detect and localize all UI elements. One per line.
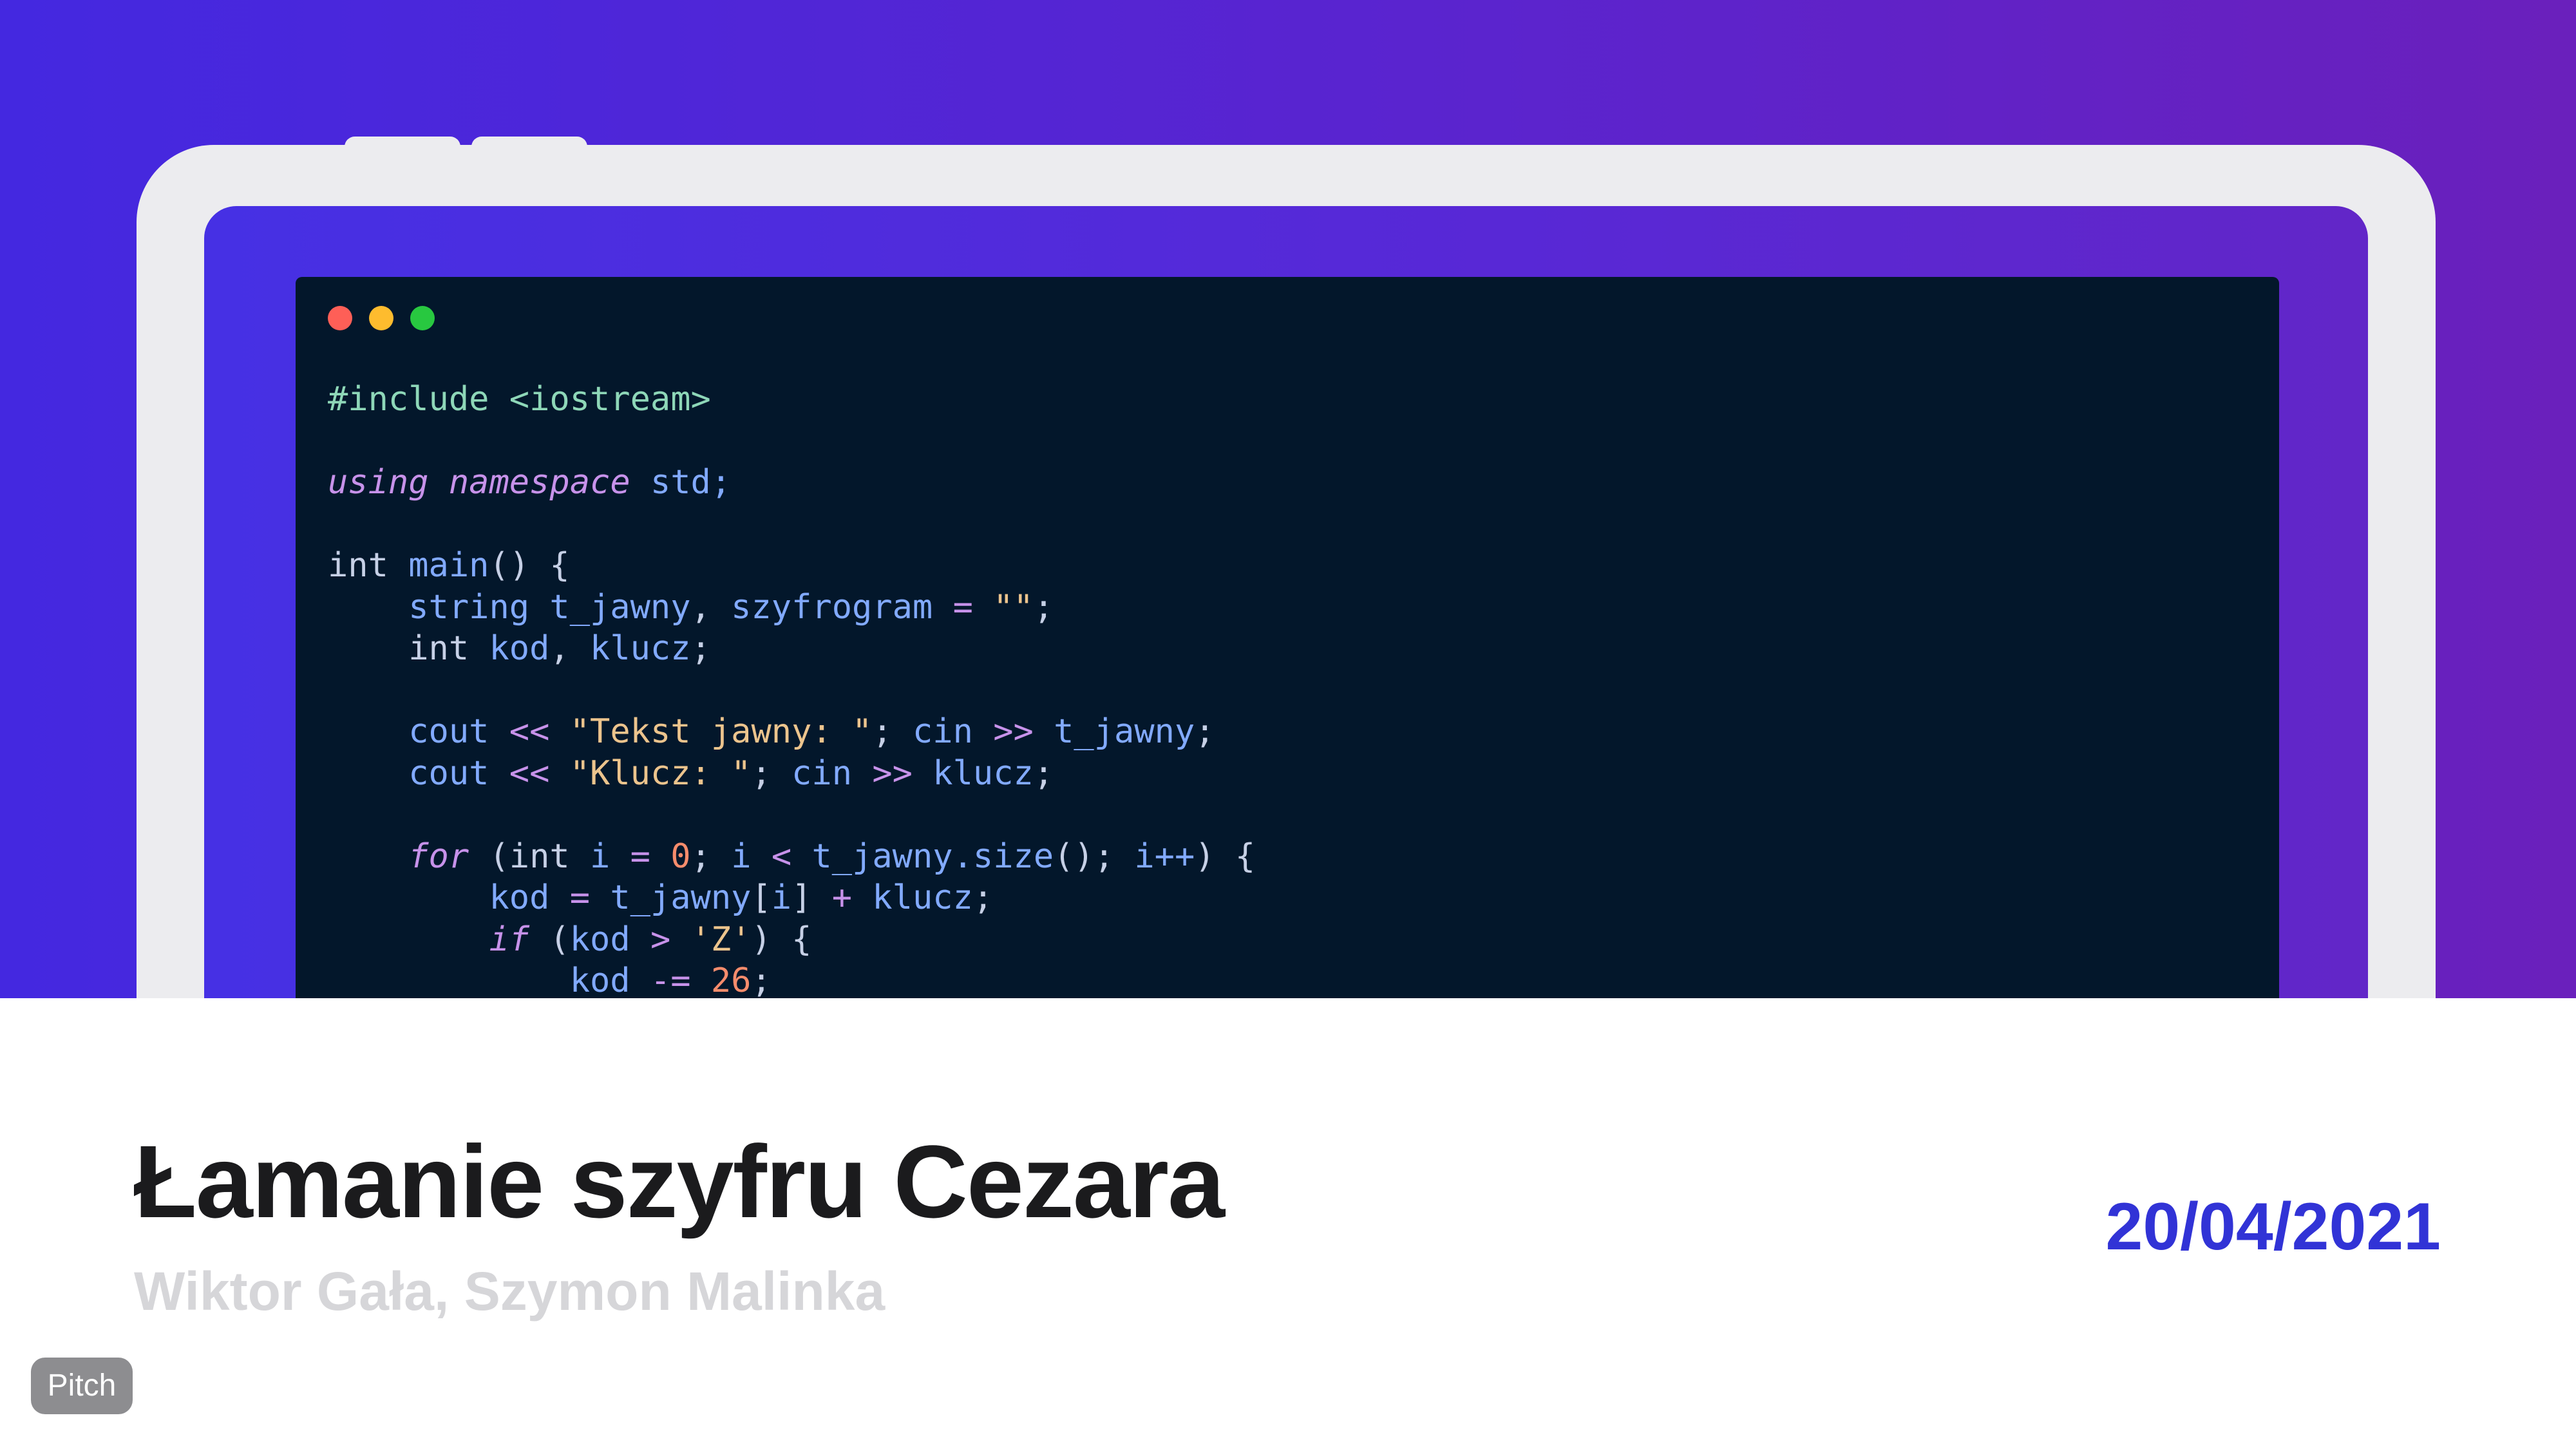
code-token: int bbox=[328, 546, 388, 585]
slide-title: Łamanie szyfru Cezara bbox=[134, 1124, 1225, 1239]
code-token: kod bbox=[489, 629, 550, 668]
code-token: >> bbox=[993, 712, 1034, 751]
code-token: t_jawny bbox=[1054, 712, 1195, 751]
device-frame: #include <iostream> using namespace std; i… bbox=[137, 145, 2436, 998]
code-token: main bbox=[408, 546, 489, 585]
maximize-dot-icon bbox=[410, 306, 435, 330]
code-token: 'Z' bbox=[690, 920, 752, 959]
code-line: kod -= 26; bbox=[328, 960, 1255, 998]
code-token: >> bbox=[872, 753, 913, 793]
code-token: std; bbox=[650, 463, 732, 502]
code-token: cout bbox=[408, 712, 489, 751]
code-token: using bbox=[328, 463, 429, 502]
code-token: t_jawny bbox=[610, 878, 752, 917]
code-token: cout bbox=[408, 753, 489, 793]
code-token: i bbox=[590, 837, 611, 876]
code-token: string bbox=[408, 587, 530, 627]
code-token: t_jawny bbox=[549, 587, 691, 627]
code-token: cin bbox=[791, 753, 853, 793]
code-token: 0 bbox=[670, 837, 691, 876]
code-token: kod bbox=[569, 961, 630, 998]
code-token: klucz bbox=[590, 629, 691, 668]
code-token: () { bbox=[489, 546, 570, 585]
code-token: if bbox=[489, 920, 530, 959]
code-token: << bbox=[509, 712, 550, 751]
minimize-dot-icon bbox=[369, 306, 393, 330]
code-line: int kod, klucz; bbox=[408, 629, 711, 668]
code-token: int bbox=[509, 837, 570, 876]
device-screen: #include <iostream> using namespace std; i… bbox=[204, 206, 2368, 998]
code-line: for (int i = 0; i < t_jawny.size(); i++)… bbox=[408, 837, 1256, 876]
pitch-badge[interactable]: Pitch bbox=[31, 1358, 133, 1414]
code-block: #include <iostream> using namespace std; i… bbox=[328, 379, 1255, 998]
code-line: cout << "Klucz: "; cin >> klucz; bbox=[408, 753, 1054, 793]
code-token: kod bbox=[489, 878, 550, 917]
code-token: < bbox=[771, 837, 792, 876]
code-line: #include <iostream> bbox=[328, 379, 1255, 421]
slide-date: 20/04/2021 bbox=[2105, 1189, 2441, 1264]
close-dot-icon bbox=[328, 306, 352, 330]
code-token: -= bbox=[650, 961, 691, 998]
code-token: int bbox=[408, 629, 469, 668]
code-line: kod = t_jawny[i] + klucz; bbox=[489, 878, 994, 917]
code-token: i++ bbox=[1134, 837, 1195, 876]
code-token: "" bbox=[993, 587, 1034, 627]
code-line: string t_jawny, szyfrogram = ""; bbox=[408, 587, 1054, 627]
hero-background: #include <iostream> using namespace std; i… bbox=[0, 0, 2576, 998]
code-window: #include <iostream> using namespace std; i… bbox=[296, 277, 2279, 998]
code-token: "Klucz: " bbox=[569, 753, 752, 793]
code-token: << bbox=[509, 753, 550, 793]
code-token: "Tekst jawny: " bbox=[569, 712, 873, 751]
window-controls bbox=[328, 306, 435, 330]
code-token: namespace bbox=[448, 463, 630, 502]
code-line: cout << "Tekst jawny: "; cin >> t_jawny; bbox=[408, 712, 1215, 751]
code-token: kod bbox=[569, 920, 630, 959]
code-token: klucz bbox=[933, 753, 1034, 793]
code-token: i bbox=[731, 837, 752, 876]
code-line: int main() { bbox=[328, 545, 1255, 587]
code-token: t_jawny.size bbox=[811, 837, 1054, 876]
code-line: using namespace std; bbox=[328, 462, 1255, 504]
code-token: 26 bbox=[710, 961, 752, 998]
code-token: cin bbox=[912, 712, 973, 751]
slide-authors: Wiktor Gała, Szymon Malinka bbox=[134, 1261, 886, 1321]
code-token: szyfrogram bbox=[731, 587, 933, 627]
code-token: for bbox=[408, 837, 469, 876]
code-token: klucz bbox=[872, 878, 973, 917]
code-token: i bbox=[771, 878, 792, 917]
code-token: > bbox=[650, 920, 671, 959]
code-token: #include <iostream> bbox=[328, 380, 711, 419]
code-line: if (kod > 'Z') { bbox=[489, 920, 812, 959]
